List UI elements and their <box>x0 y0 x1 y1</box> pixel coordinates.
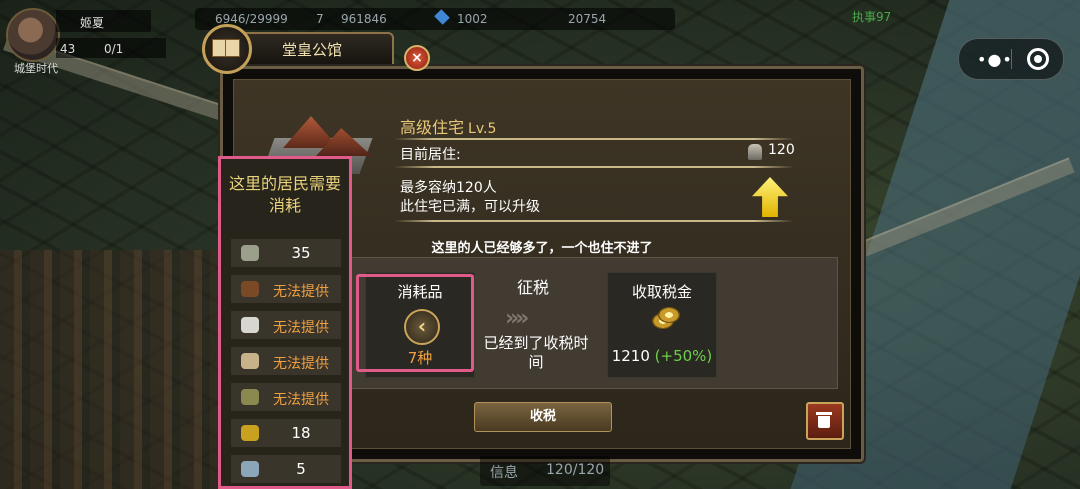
divider <box>394 220 794 222</box>
stone-counter: 20754 <box>568 12 607 26</box>
income-bonus: (+50%) <box>654 347 713 365</box>
divider <box>394 166 794 168</box>
consumption-value: 无法提供 <box>273 320 329 336</box>
consumption-value: 18 <box>291 424 311 442</box>
consumption-title: 这里的居民需要消耗 <box>228 174 341 215</box>
coin-icon <box>658 307 680 323</box>
consumption-value: 无法提供 <box>273 392 329 408</box>
capsule-divider <box>1011 49 1012 69</box>
more-icon[interactable]: •●• <box>977 50 1013 69</box>
income-title: 收取税金 <box>631 283 692 301</box>
lamp-oil-icon <box>241 425 259 441</box>
consumables-count: 7种 <box>407 349 433 367</box>
era-label: 城堡时代 <box>14 62 58 75</box>
chevron-left-icon[interactable]: ‹ <box>404 309 440 345</box>
quest-progress: 0/1 <box>104 42 124 56</box>
gem-counter: 1002 <box>457 12 488 26</box>
bread-icon <box>241 353 259 369</box>
gold-counter: 961846 <box>341 12 387 26</box>
consumption-row: 无法提供 <box>231 275 341 303</box>
occupancy-value: 120 <box>768 142 795 158</box>
district-roofs <box>0 250 230 489</box>
player-level: 43 <box>60 42 76 56</box>
consumption-row: 35 <box>231 239 341 267</box>
occupancy-label: 目前居住: <box>400 147 461 163</box>
progress-arrows-icon: ›››› <box>505 306 529 331</box>
income-value: 1210 <box>611 347 650 365</box>
mini-program-capsule: •●• <box>958 38 1064 80</box>
cloth-icon <box>241 461 259 477</box>
resident-icon <box>748 144 762 160</box>
bucket-icon <box>241 389 259 405</box>
divider <box>394 138 794 140</box>
consumption-value: 无法提供 <box>273 356 329 372</box>
tax-title: 征税 <box>516 278 549 297</box>
salt-icon <box>241 317 259 333</box>
right-label: 执事97 <box>852 10 892 24</box>
tax-status: 已经到了收税时间 <box>483 334 589 371</box>
dialog-title: 堂皇公馆 <box>281 41 342 59</box>
consumption-row: 18 <box>231 419 341 447</box>
consumption-row: 无法提供 <box>231 347 341 375</box>
income-card: 收取税金 1210 (+50%) <box>607 272 717 378</box>
demolish-button[interactable] <box>806 402 844 440</box>
consumption-panel: 这里的居民需要消耗 35 无法提供 无法提供 无法提供 无法提供 18 5 <box>218 156 352 489</box>
trash-icon <box>816 412 832 415</box>
collect-tax-button[interactable]: 收税 <box>474 402 612 432</box>
consumption-row: 无法提供 <box>231 383 341 411</box>
consumables-card[interactable]: 消耗品 ‹ 7种 <box>365 272 475 378</box>
upgrade-arrow-icon[interactable] <box>752 177 788 217</box>
player-avatar[interactable] <box>6 8 60 62</box>
close-dialog-button[interactable]: × <box>404 45 430 71</box>
barrel-icon <box>241 281 259 297</box>
building-level: Lv.5 <box>468 121 497 137</box>
consumption-row: 5 <box>231 455 341 483</box>
consumption-row: 无法提供 <box>231 311 341 339</box>
player-name: 姬夏 <box>80 16 105 30</box>
income-line: 1210 (+50%) <box>608 347 716 365</box>
building-name: 高级住宅 Lv.5 <box>400 118 497 137</box>
consumables-title: 消耗品 <box>397 283 443 301</box>
capacity-label: 120/120 <box>546 462 605 478</box>
close-program-icon[interactable] <box>1027 48 1049 70</box>
dialog-title-tab: 堂皇公馆 <box>230 32 394 64</box>
book-icon <box>202 24 252 74</box>
consumption-value: 35 <box>291 244 311 262</box>
capacity-text: 最多容纳120人 <box>400 180 497 196</box>
tax-panel: 消耗品 ‹ 7种 征税 ›››› 已经到了收税时间 收取税金 1210 (+50… <box>350 257 838 389</box>
consumption-value: 5 <box>296 460 306 478</box>
fish-icon <box>241 245 259 261</box>
small-counter: 7 <box>316 12 324 26</box>
consumption-value: 无法提供 <box>273 284 329 300</box>
upgrade-text: 此住宅已满，可以升级 <box>400 199 540 215</box>
info-label[interactable]: 信息 <box>490 462 518 482</box>
